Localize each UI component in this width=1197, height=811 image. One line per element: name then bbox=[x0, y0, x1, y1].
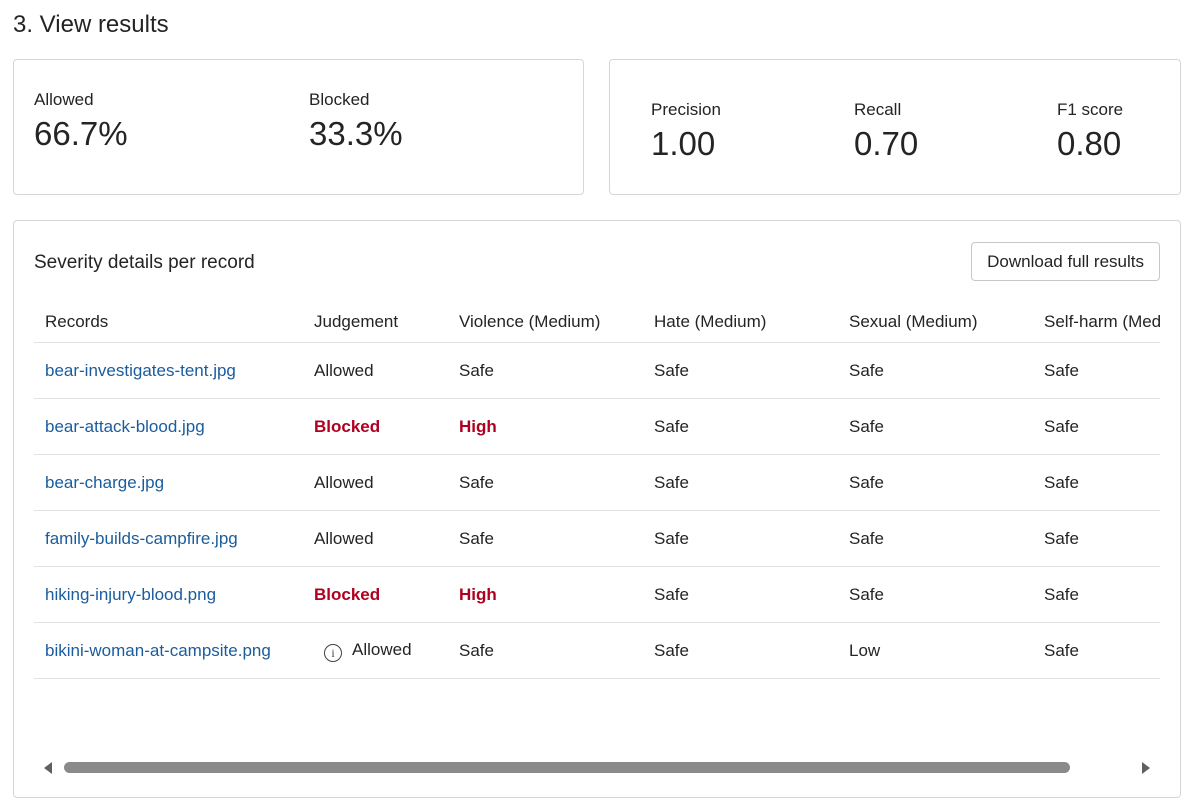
f1-score-metric: F1 score 0.80 bbox=[1057, 99, 1123, 165]
record-cell: hiking-injury-blood.png bbox=[34, 566, 303, 623]
sexual-cell: Safe bbox=[838, 454, 1033, 511]
table-row: bear-investigates-tent.jpg Allowed Safe … bbox=[34, 342, 1160, 399]
judgement-cell: Allowed bbox=[303, 510, 448, 567]
severity-details-title: Severity details per record bbox=[34, 252, 255, 273]
precision-label: Precision bbox=[651, 100, 721, 119]
sexual-cell: Safe bbox=[838, 510, 1033, 567]
violence-cell: Safe bbox=[448, 454, 643, 511]
sexual-cell: Safe bbox=[838, 342, 1033, 399]
accuracy-metrics-card: Precision 1.00 Recall 0.70 F1 score 0.80 bbox=[609, 59, 1181, 195]
self-harm-cell: Safe bbox=[1033, 398, 1160, 455]
allowed-label: Allowed bbox=[34, 90, 94, 109]
scroll-right-arrow-icon[interactable] bbox=[1142, 762, 1150, 774]
download-full-results-button[interactable]: Download full results bbox=[971, 242, 1160, 281]
self-harm-cell: Safe bbox=[1033, 566, 1160, 623]
record-cell: bear-investigates-tent.jpg bbox=[34, 342, 303, 399]
scrollbar-thumb[interactable] bbox=[64, 762, 1070, 773]
record-link[interactable]: bear-investigates-tent.jpg bbox=[45, 361, 236, 380]
judgement-cell: Blocked bbox=[303, 566, 448, 623]
f1-score-value: 0.80 bbox=[1057, 125, 1122, 162]
severity-table-viewport[interactable]: Records Judgement Violence (Medium) Hate… bbox=[34, 301, 1160, 681]
horizontal-scrollbar[interactable] bbox=[44, 757, 1150, 777]
self-harm-cell: Safe bbox=[1033, 622, 1160, 679]
hate-cell: Safe bbox=[643, 342, 838, 399]
column-header-judgement[interactable]: Judgement bbox=[303, 301, 448, 343]
record-link[interactable]: bear-attack-blood.jpg bbox=[45, 417, 205, 436]
table-header-row: Records Judgement Violence (Medium) Hate… bbox=[34, 301, 1160, 343]
judgement-cell: i Allowed bbox=[303, 622, 448, 679]
hate-cell: Safe bbox=[643, 398, 838, 455]
judgement-summary-card: Allowed 66.7% Blocked 33.3% bbox=[13, 59, 584, 195]
record-cell: bear-attack-blood.jpg bbox=[34, 398, 303, 455]
allowed-metric: Allowed 66.7% bbox=[34, 89, 128, 155]
column-header-violence[interactable]: Violence (Medium) bbox=[448, 301, 643, 343]
recall-label: Recall bbox=[854, 100, 902, 119]
record-link[interactable]: family-builds-campfire.jpg bbox=[45, 529, 238, 548]
info-icon[interactable]: i bbox=[324, 643, 342, 662]
page-heading: 3. View results bbox=[13, 11, 169, 38]
record-cell: bikini-woman-at-campsite.png bbox=[34, 622, 303, 679]
table-row: bear-attack-blood.jpg Blocked High Safe … bbox=[34, 398, 1160, 455]
blocked-value: 33.3% bbox=[309, 115, 403, 152]
sexual-cell: Low bbox=[838, 622, 1033, 679]
blocked-metric: Blocked 33.3% bbox=[309, 89, 403, 155]
table-row: bear-charge.jpg Allowed Safe Safe Safe S… bbox=[34, 454, 1160, 511]
judgement-cell: Allowed bbox=[303, 454, 448, 511]
severity-details-card: Severity details per record Download ful… bbox=[13, 220, 1181, 798]
violence-cell: Safe bbox=[448, 510, 643, 567]
violence-cell: High bbox=[448, 398, 643, 455]
violence-cell: High bbox=[448, 566, 643, 623]
record-link[interactable]: bikini-woman-at-campsite.png bbox=[45, 641, 271, 660]
precision-metric: Precision 1.00 bbox=[651, 99, 721, 165]
self-harm-cell: Safe bbox=[1033, 454, 1160, 511]
table-row: hiking-injury-blood.png Blocked High Saf… bbox=[34, 566, 1160, 623]
allowed-value: 66.7% bbox=[34, 115, 128, 152]
column-header-records[interactable]: Records bbox=[34, 301, 303, 343]
column-header-sexual[interactable]: Sexual (Medium) bbox=[838, 301, 1033, 343]
self-harm-cell: Safe bbox=[1033, 510, 1160, 567]
violence-cell: Safe bbox=[448, 342, 643, 399]
violence-cell: Safe bbox=[448, 622, 643, 679]
hate-cell: Safe bbox=[643, 454, 838, 511]
judgement-text: Allowed bbox=[352, 639, 412, 659]
f1-score-label: F1 score bbox=[1057, 100, 1124, 119]
judgement-cell: Blocked bbox=[303, 398, 448, 455]
record-cell: bear-charge.jpg bbox=[34, 454, 303, 511]
sexual-cell: Safe bbox=[838, 398, 1033, 455]
record-cell: family-builds-campfire.jpg bbox=[34, 510, 303, 567]
hate-cell: Safe bbox=[643, 622, 838, 679]
severity-table: Records Judgement Violence (Medium) Hate… bbox=[34, 301, 1160, 679]
recall-value: 0.70 bbox=[854, 125, 919, 162]
hate-cell: Safe bbox=[643, 510, 838, 567]
record-link[interactable]: hiking-injury-blood.png bbox=[45, 585, 216, 604]
blocked-label: Blocked bbox=[309, 90, 370, 109]
scroll-left-arrow-icon[interactable] bbox=[44, 762, 52, 774]
table-row: bikini-woman-at-campsite.png i Allowed Sa… bbox=[34, 622, 1160, 679]
record-link[interactable]: bear-charge.jpg bbox=[45, 473, 164, 492]
table-row: family-builds-campfire.jpg Allowed Safe … bbox=[34, 510, 1160, 567]
hate-cell: Safe bbox=[643, 566, 838, 623]
column-header-self-harm[interactable]: Self-harm (Medium) bbox=[1033, 301, 1160, 343]
judgement-cell: Allowed bbox=[303, 342, 448, 399]
column-header-hate[interactable]: Hate (Medium) bbox=[643, 301, 838, 343]
precision-value: 1.00 bbox=[651, 125, 716, 162]
self-harm-cell: Safe bbox=[1033, 342, 1160, 399]
recall-metric: Recall 0.70 bbox=[854, 99, 918, 165]
sexual-cell: Safe bbox=[838, 566, 1033, 623]
